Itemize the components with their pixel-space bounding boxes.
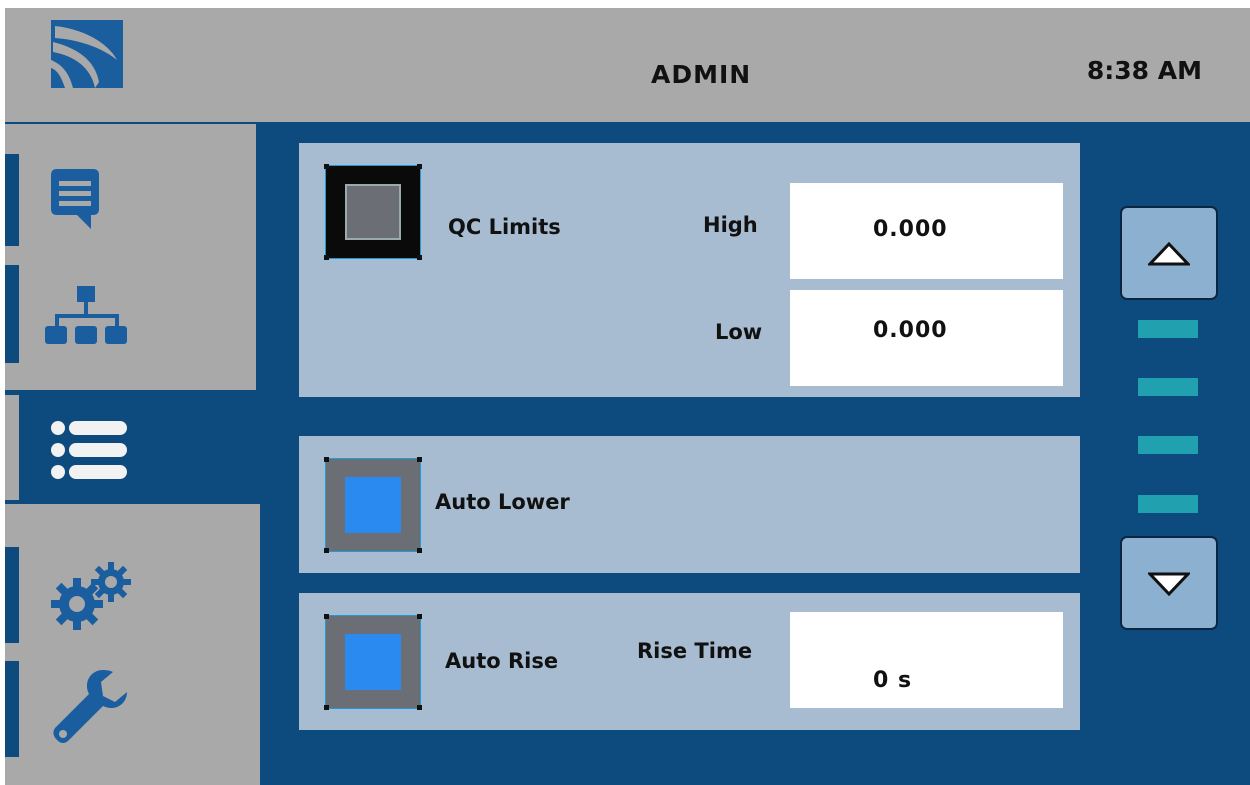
logo-area (5, 8, 631, 122)
low-limit-value: 0.000 (873, 318, 948, 343)
checkbox-fill (345, 477, 401, 533)
sidebar-strip (5, 154, 19, 246)
list-icon[interactable] (51, 421, 127, 479)
triangle-down-icon (1148, 572, 1190, 596)
page-indicator (1138, 495, 1198, 513)
high-limit-value: 0.000 (873, 217, 948, 242)
auto-rise-label: Auto Rise (445, 649, 559, 673)
page-indicator (1138, 320, 1198, 338)
user-name: ADMIN (651, 60, 752, 89)
gears-icon[interactable] (49, 560, 135, 632)
rise-time-value: 0 s (873, 668, 913, 693)
wrench-icon[interactable] (51, 668, 127, 748)
checkbox-fill (345, 634, 401, 690)
checkbox-fill (345, 184, 401, 240)
auto-lower-label: Auto Lower (435, 490, 570, 514)
network-icon[interactable] (45, 284, 129, 346)
rise-time-label: Rise Time (637, 639, 753, 663)
auto-rise-checkbox[interactable] (324, 614, 422, 710)
low-label: Low (715, 320, 763, 344)
qc-limits-label: QC Limits (448, 215, 561, 239)
rise-time-input[interactable]: 0 s (790, 612, 1063, 708)
high-label: High (703, 213, 758, 237)
qc-limits-checkbox[interactable] (324, 164, 422, 260)
scroll-down-button[interactable] (1120, 536, 1218, 630)
sidebar-top-group (5, 124, 256, 390)
sidebar-strip (5, 265, 19, 363)
company-logo-icon (51, 20, 123, 88)
auto-lower-panel: Auto Lower (299, 436, 1080, 573)
clock: 8:38 AM (1086, 56, 1202, 85)
qc-limits-panel: QC Limits High 0.000 Low 0.000 (299, 143, 1080, 397)
low-limit-input[interactable]: 0.000 (790, 290, 1063, 386)
auto-lower-checkbox[interactable] (324, 457, 422, 553)
message-icon[interactable] (51, 169, 99, 235)
sidebar-strip (5, 661, 19, 757)
page-indicator (1138, 378, 1198, 396)
sidebar-strip (5, 547, 19, 643)
scroll-up-button[interactable] (1120, 206, 1218, 300)
status-bar: ADMIN 8:38 AM (631, 8, 1250, 122)
triangle-up-icon (1148, 242, 1190, 266)
sidebar-active-strip (5, 395, 19, 500)
page-indicator (1138, 436, 1198, 454)
auto-rise-panel: Auto Rise Rise Time 0 s (299, 593, 1080, 730)
hmi-screen: ADMIN 8:38 AM QC Limits High 0.000 Low 0… (5, 8, 1250, 785)
sidebar-bottom-group (5, 504, 260, 785)
high-limit-input[interactable]: 0.000 (790, 183, 1063, 279)
